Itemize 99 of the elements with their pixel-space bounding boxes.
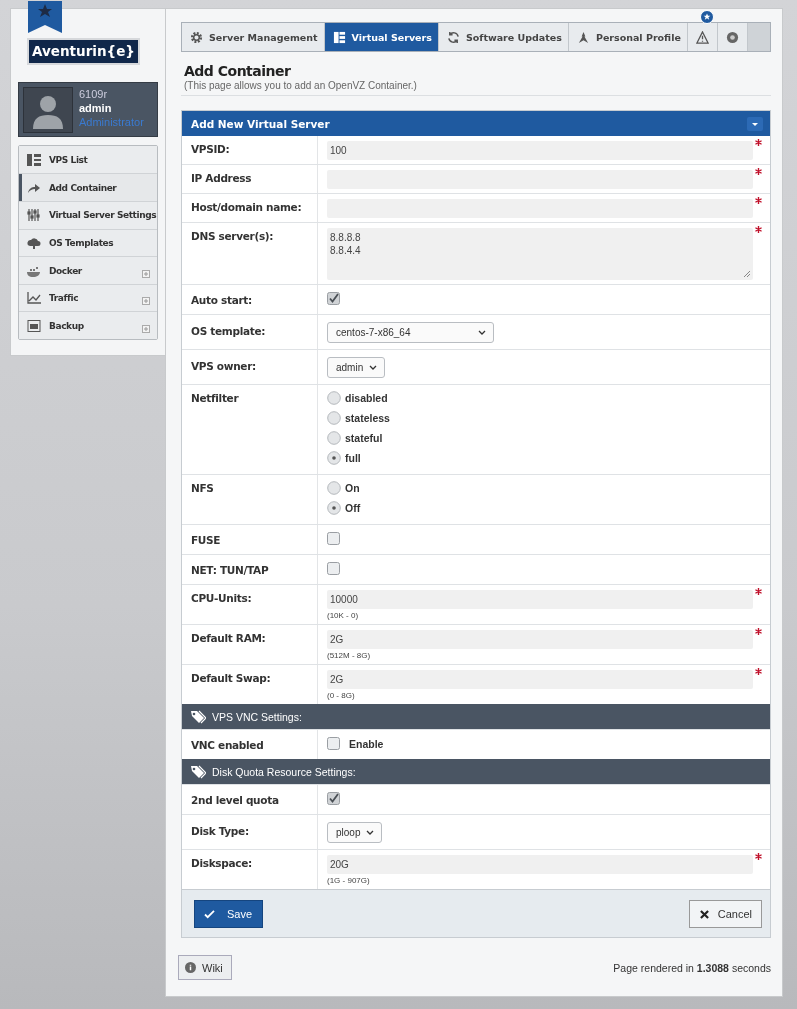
list-icon — [27, 153, 41, 166]
field-label: DNS server(s): — [191, 230, 274, 242]
radio-label: stateless — [345, 412, 390, 424]
section-title: Disk Quota Resource Settings: — [212, 765, 356, 778]
share-icon — [27, 181, 41, 194]
select-dropdown[interactable]: ploop — [327, 822, 383, 843]
input-field[interactable]: 20G — [327, 855, 753, 874]
radio-button[interactable] — [327, 501, 341, 515]
resize-grip-icon[interactable] — [743, 270, 751, 278]
chevron-down-icon — [366, 830, 375, 835]
field-label: OS template: — [191, 325, 266, 337]
field-label: Diskspace: — [191, 857, 252, 869]
tags-icon — [190, 764, 206, 779]
input-field[interactable]: 2G — [327, 670, 753, 689]
textarea-field[interactable]: 8.8.8.8 8.8.4.4 — [327, 228, 753, 280]
section-title: VPS VNC Settings: — [212, 710, 302, 723]
expand-icon[interactable] — [142, 324, 150, 333]
field-label: CPU-Units: — [191, 592, 252, 604]
sliders-icon — [27, 209, 41, 222]
avatar-icon — [23, 86, 73, 133]
checkbox[interactable] — [327, 737, 340, 750]
radio-button[interactable] — [327, 451, 341, 465]
expand-icon[interactable] — [142, 269, 150, 278]
select-dropdown[interactable]: admin — [327, 357, 386, 378]
chart-icon — [27, 292, 41, 305]
select-dropdown[interactable]: centos-7-x86_64 — [327, 322, 494, 343]
radio-label: On — [345, 482, 360, 494]
radio-label: stateful — [345, 432, 383, 444]
list-icon — [332, 30, 346, 44]
radio-button[interactable] — [327, 411, 341, 425]
chevron-down-icon — [478, 330, 486, 335]
gear-icon — [190, 30, 203, 44]
radio-label: full — [345, 452, 361, 464]
tab-bar-filler — [747, 23, 770, 51]
wiki-button[interactable]: Wiki — [178, 955, 232, 980]
tags-icon — [190, 709, 206, 724]
field-label: IP Address — [191, 172, 252, 184]
field-label: FUSE — [191, 534, 221, 546]
chevron-down-icon — [369, 365, 378, 370]
checkbox-label: Enable — [349, 737, 384, 750]
warning-icon — [695, 30, 709, 44]
sidebar-item[interactable]: Backup — [19, 311, 157, 339]
expand-icon[interactable] — [142, 297, 150, 306]
page-title: Add Container — [184, 63, 292, 79]
input-field[interactable]: 100 — [327, 141, 753, 160]
refresh-icon — [446, 30, 460, 44]
sidebar-item[interactable]: OS Templates — [19, 228, 157, 257]
radio-label: disabled — [345, 392, 388, 404]
field-label: Default RAM: — [191, 632, 266, 644]
save-button[interactable]: Save — [194, 900, 264, 928]
range-hint: (0 - 8G) — [327, 691, 355, 700]
field-label: NET: TUN/TAP — [191, 564, 269, 576]
input-field[interactable]: 2G — [327, 630, 753, 649]
field-label: Netfilter — [191, 392, 239, 404]
checkbox[interactable] — [327, 292, 340, 305]
field-label: VPSID: — [191, 143, 230, 155]
checkmark-icon — [204, 909, 215, 919]
logo: Aventurin{e} — [27, 38, 140, 65]
field-label: NFS — [191, 482, 214, 494]
info-icon — [185, 962, 196, 973]
cloud-icon — [27, 236, 41, 249]
radio-button[interactable] — [327, 431, 341, 445]
range-hint: (512M - 8G) — [327, 651, 371, 660]
form-title: Add New Virtual Server — [191, 117, 330, 130]
sidebar-item[interactable]: Docker — [19, 256, 157, 284]
tab[interactable]: Personal Profile — [568, 23, 688, 51]
field-label: Default Swap: — [191, 672, 271, 684]
range-hint: (10K - 0) — [327, 611, 359, 620]
archive-icon — [27, 319, 41, 332]
render-time-text: Page rendered in 1.3088 seconds — [613, 961, 771, 974]
sidebar-item[interactable]: Add Container — [19, 173, 157, 202]
sidebar-item[interactable]: VPS List — [19, 145, 157, 174]
field-label: VNC enabled — [191, 739, 264, 751]
cancel-button[interactable]: Cancel — [688, 900, 762, 928]
range-hint: (1G - 907G) — [327, 876, 370, 885]
radio-button[interactable] — [327, 481, 341, 495]
tab[interactable]: Virtual Servers — [324, 23, 439, 51]
radio-label: Off — [345, 502, 361, 514]
checkbox[interactable] — [327, 792, 340, 805]
radio-button[interactable] — [327, 391, 341, 405]
sidebar-item[interactable]: Virtual Server Settings — [19, 201, 157, 229]
tab[interactable]: Server Management — [182, 23, 325, 51]
user-name: admin — [79, 100, 113, 115]
checkbox[interactable] — [327, 532, 340, 545]
help-icon — [725, 30, 739, 44]
field-label: 2nd level quota — [191, 794, 279, 806]
field-label: Auto start: — [191, 294, 252, 306]
ribbon-icon — [28, 1, 62, 33]
input-field[interactable]: 10000 — [327, 590, 753, 609]
field-label: Host/domain name: — [191, 201, 302, 213]
user-id: 6109r — [79, 86, 109, 101]
close-icon — [699, 909, 709, 919]
tab[interactable]: Software Updates — [438, 23, 569, 51]
field-label: Disk Type: — [191, 825, 249, 837]
dropdown-icon[interactable] — [747, 116, 763, 131]
field-label: VPS owner: — [191, 360, 256, 372]
checkbox[interactable] — [327, 562, 340, 575]
sidebar-item[interactable]: Traffic — [19, 283, 157, 312]
page-subtitle: (This page allows you to add an OpenVZ Container.) — [184, 80, 418, 91]
